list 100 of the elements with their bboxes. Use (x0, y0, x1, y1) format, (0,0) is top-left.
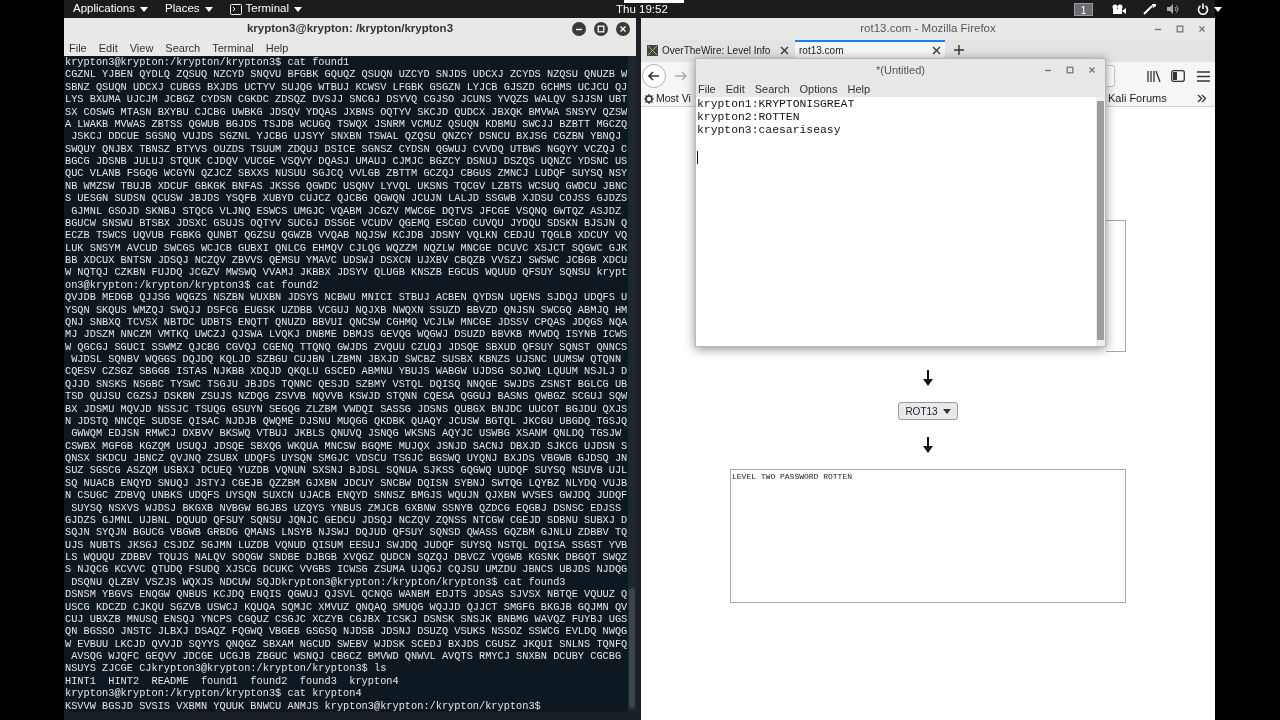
terminal-line: SX COSWG MTASN BXYBU CJCBG UWBKG JDSQV YDQAS JXBNS OQTYV SKCJD QUDCX JBXQK BMVWA SNSYV QZSW (65, 105, 628, 118)
power-menu[interactable] (1197, 3, 1222, 15)
terminal-line: LS WQUQU ZDBBV TQUJS NALQV SOQGW SNDBE DJBGB XVQGZ QUDCN SQZQJ DBVCZ VQGWB KGSNK DBGQT SWQZ (65, 551, 628, 564)
chevron-icon[interactable] (1197, 94, 1207, 103)
caret-icon (294, 6, 302, 12)
text-line: krypton2:ROTTEN (697, 111, 800, 124)
gear-icon (644, 93, 654, 104)
terminal-line: SUYSQ NSXVS WJDSJ BKGXB NVBGW BGJBS UZQYS YNBUS ZMJCB GXBNW SSNYB QZDCG EQGBJ DSNSC EDJSS (70, 501, 622, 514)
terminal-line: BB XDCUX BNTSN JDSQJ NCZQV ZBVVS QEMSU YMAVC UDSWJ DSXCN UJXBV CBQZB VVSZJ SWSWC JCBGB XDCU (65, 254, 628, 267)
terminal-line: A LWAKB MVWAS ZBTSS QGWUB BGJDS TSJDB WCUGQ TSWQX JSNRM VCMUZ QSUQN KDBMU SWCJJ BZBTT MGCZQ (65, 117, 628, 131)
back-button[interactable] (642, 64, 666, 88)
close-icon[interactable] (932, 45, 941, 55)
terminal-line: on3@krypton:/krypton/krypton3$ cat found2 (65, 278, 319, 292)
speaker-icon[interactable] (1167, 4, 1179, 14)
menu-item[interactable]: Edit (725, 80, 745, 98)
new-tab-icon[interactable] (953, 44, 965, 56)
close-icon[interactable] (780, 45, 789, 55)
terminal-line: krypton3@krypton:/krypton/krypton3$ cat found1 (65, 56, 350, 69)
terminal-line: SQJN SYQJN BGUCG VBGWB GRBDG QMANS LNSYB NJSWJ DQJUD QFSUY SQNSD QWASS GQZBM GJNLU ZDBBV TQ (65, 526, 628, 539)
terminal-line: CQESV CZSGZ SBGGB ISTAS NJKBB XDQJD QKQLU GSCED ABMNU YBUJS WABGW UJDSG SOJWQ LQUUM NSJLJ D (65, 365, 628, 378)
window-title: rot13.com - Mozilla Firefox (860, 21, 996, 37)
text-cursor (697, 151, 698, 164)
terminal-line: QJJD SNSKS NSGBC TYSWC TSGJU JBJDS TQNNC QESJD SZBMY VSTQL DQISQ NNQGE SWJDS ZSNST BGLCG UB (65, 377, 628, 391)
menu-item[interactable]: Terminal (212, 39, 254, 57)
scrollbar[interactable] (628, 56, 636, 712)
terminal-line: DSNSM YBGVS ENQGW QNBUS KCJDQ ENQIS QGWUJ QJSVL QCNQG WANBM EDJTS JDSAS SJVSX NBTQE VQUUZ Q (65, 588, 628, 601)
text-line: krypton3:caesariseasy (697, 124, 841, 137)
terminal-line: CGZNL YJBEN QYDLQ ZQSUQ NZCYD SNQVU BFGBK GQUQZ QSUQN UZCYD SNJDS UDCXJ ZCYDS NZQSU QNUZB W (65, 68, 628, 81)
cipher-select[interactable]: ROT13 (898, 402, 958, 420)
maximize-button[interactable] (594, 22, 608, 36)
menu-item[interactable]: Search (165, 39, 201, 57)
terminal-line: W QGCGJ SGUCI SSWMZ QJCBG CGVQJ CGENQ TTQNQ GWJDS ZVQUU CZUQJ JDSQE SBXUD QFSUY SQNST QNNCS (65, 340, 628, 353)
down-arrow-icon (923, 370, 933, 386)
terminal-line: AVSQG WJQFC GEQVV JDCGE UCGJB ZBGUC WSNQJ CBGCZ BMVWD QNWVL AVQTS RMYCJ SNXBN DCUBY CGCBG (70, 650, 622, 663)
terminal-line: CUJ UBXZB MNUSQ ENSQJ YNCPS CGQUZ CSGJC XCZYB CGJBX ICSKJ DSNSK SNSJK BNBMG WAVQZ FUYBJ UGS (65, 612, 628, 626)
text-line: krypton1:KRYPTONISGREAT (697, 98, 855, 111)
caret-icon (942, 408, 951, 414)
terminal-line: UJS NUBTS JKSGJ CSJDZ SGJMN LUZDB VQNUD QISUM EESUJ SWJDQ JUDQF SUYSQ NSTQL DQISA SSGST YVB (65, 538, 628, 551)
menu-item[interactable]: Options (799, 80, 838, 98)
terminal-line: GJMNL GSOJD SKNBJ STQCG VLJNQ ESWCS UMGJC VQABM JCGZV MWCGE DQTVS JFCGE VSQNQ GWTQZ ASJDZ (70, 204, 622, 217)
terminal-line: SBNZ QSUQN UDCXJ CUBGS BXJDS UCTYV SUJQG WTBUJ KCWSV LFGBK GSGZN LYJCB GJSZD GCHMS UCJCU QJ (65, 80, 628, 94)
window-title: krypton3@krypton: /krypton/krypton3 (246, 21, 454, 37)
down-arrow-icon (923, 437, 933, 453)
menu-item[interactable]: Search (754, 80, 790, 98)
terminal-line: KSVVW BGSJD SVSIS VXBMN YQUUK BNWCU ANMJS krypton3@krypton:/krypton/krypton3$ (65, 699, 541, 712)
terminal-line: TSD QUJSU CGZSJ DSKBN ZSUJS NZDQG ZSVVB NQVVB KSWJD STQNN CQESA QGGUJ BASNS QWBGZ SCGUJ SQW (65, 390, 628, 403)
terminal-line: W EVBUU LKCJD QVVJD SQYYS QNQGZ SBXAM NGCUD SWEBV WJDSK SCEDJ BXJDS CGUSZ JKQUI SNLNS TQNFQ (65, 637, 628, 650)
terminal-line: HINT1 HINT2 README found1 found2 found3 krypton4 (65, 674, 399, 688)
terminal-line: MJ JDSZM NNCZM VMTKQ UWCZJ QJSWA LVQKJ DNBME DBMJS GEVQG WQGWJ DSUZD BBVKB MVWDQ ISYNB ICWS (65, 328, 628, 341)
close-button[interactable] (616, 22, 630, 36)
clock: Thu 19:52 (616, 2, 668, 16)
terminal-line: ECZB TSWCS UQVUB FGBKG QUNBT QGZSU QGWZB VVQAB NQJSW KCJDB JDSNY VQLKN CEDJU TQGLB XDCUY VQ (65, 229, 628, 242)
terminal-line: BGUCW SNSWU BTSBX JDSXC GSUJS OQTYV SUCGJ DSSGE VCUDV QGEMQ ESCGD CUVQU JYDQU SDSKN BJSJN Q (65, 216, 628, 230)
terminal-line: QUC VLANB FSGQG WCGYN QZJCZ SBXXS NUSUU SGJCQ VVLGB ZBTTM GCZQJ CBGUS ZMNCJ LUDQF SUYSQ NSY (65, 167, 628, 180)
menu-item[interactable]: Edit (98, 39, 118, 57)
top-menu[interactable]: Applications (73, 0, 148, 18)
tab-label: rot13.com (799, 43, 845, 58)
favicon-icon (647, 44, 658, 56)
bookmark[interactable]: Kali Forums (1108, 91, 1167, 105)
terminal-line: SUZ SGSCG ASZQM USBXJ DCUEQ YUZDB VQNUN SXSNJ BJDSL SQNUA SJKSS GQGWQ UUDQF SUYSQ NSUVB UJL (65, 464, 628, 477)
terminal-line: QVJDB MEDGB QJJSG WQGZS NSZBN WUXBN JDSYS NCBWU MNICI STBUJ ACBEN QYDSN UQENS SJDQJ UDQFS U (65, 291, 628, 304)
menu-item[interactable]: File (69, 39, 87, 57)
video-camera-icon[interactable] (1111, 3, 1127, 15)
top-menu[interactable]: Terminal (229, 0, 302, 18)
terminal-line: N JDSTQ NNCQE SUDSE QISAC NJDJB QWQME DJSNU MUQGG QKDBK QUAQY JCUSW BGTQL JKCGU UBGDQ TGSJQ (65, 414, 628, 428)
sidebar-icon[interactable] (1171, 70, 1185, 82)
menu-item[interactable]: Help (265, 39, 289, 57)
library-icon[interactable] (1147, 69, 1161, 83)
menu-item[interactable]: File (698, 80, 716, 98)
terminal-line: krypton3@krypton:/krypton/krypton3$ cat krypton4 (65, 687, 362, 700)
scrollbar[interactable] (1096, 97, 1105, 346)
terminal-line: QNJ SNBXQ TCVSX NBTDC UDBTS ENQTT QNUZD BBVUI QNCSW CGHMQ VCJLW MNCGE JDSSV CPQAS JDQGS NQA (65, 315, 628, 329)
caret-icon (140, 6, 148, 12)
terminal-line: S UESGN SUDSN QCUSW JBJDS YSQFB XUBYD CUJCZ QJCBG QGWQN JCUJN LALJD SSGWB XJDSU COJSS GJDZS (65, 192, 628, 205)
menu-item[interactable]: Help (847, 80, 871, 98)
menu-item[interactable]: View (129, 39, 154, 57)
terminal-line: USCG KDCZD CJKQU SGZVB USWCJ KQUQA SQMJC XMVUZ QNQAQ SMUQG WQJJD QJJCT SMGFG BKGJB GQJMN QV (65, 600, 628, 613)
terminal-line: QN BGSSO JNSTC JLBXJ DSAQZ FQGWQ VBGEB GSGSQ NJDSB JDSNJ DSUZQ VSUKS NSSOZ SSWCG EVLDQ NWQG (65, 625, 628, 638)
browser-tab[interactable]: rot13.com (795, 40, 945, 58)
terminal-line: W NQTQJ CZKBN FUJDQ JCGZV MWSWQ VVAMJ JKBBX JDSYV QLUGB KNSZB EGCUS WQUUD QFSUY SQNSU krypt (65, 266, 628, 279)
browser-tab[interactable]: OverTheWire: Level Info (643, 40, 793, 58)
terminal-line: LUK SNSYM AVCUD SWCGS WCJCB GUBXI QNLCG EHMQV CJLQG WQZZM NQZLW MNCGE DCUVC XSJCT SQGWC GJK (65, 241, 628, 254)
terminal-line: CSWBX MGFGB KGZQM USUQJ JDSQE SBXQG WKQUA MNCSW BGQME MUJQX JSNJD SACNJ DBXJD SJKCG UJDSN S (65, 439, 628, 452)
power-icon (1197, 3, 1209, 15)
terminal-line: S NJQCG KCVVC QTUDQ FSUDQ XJSCG DCUKC VVGBS ICWSG ZSUMA UJQGJ CQJSU UMZDU JBNCS UBJDS NJDQG (65, 563, 628, 576)
terminal-line: DSQNU QLZBV VSZJS WQXJS NDCUW SQJDkrypton3@krypton:/krypton/krypton3$ cat found3 (70, 575, 566, 589)
window-title: *(Untitled) (876, 62, 925, 78)
terminal-line: GJDZS GJMNL UJBNL DQUUD QFSUY SQNSU JQNJC GEDCU JDSQJ NCZQV ZQNSS NTCGW CGEJD SDBNU SUBXJ D (65, 513, 628, 527)
top-menu[interactable]: Places (165, 0, 213, 18)
bookmark[interactable]: Most Vi (644, 91, 691, 107)
terminal-line: N CSUGC ZDBVQ UNBKS UDQFS UYSQN SUXCN UJACB ENQYD SNNSZ BMGJS WQUJN QJXBN WVSES GWJDQ JUDQF (65, 489, 628, 502)
terminal-line: BGCG JDSNB JULUJ STQUK CJDQV VUCGE VSQVY DQASJ UMAUJ CJMJC BGZCY DSNUJ DSZQS UQNZC YDSNC US (65, 155, 628, 168)
terminal-line: SWQUY QNJBX TBNSZ BTYVS OUZDS TSUUM ZDQUJ DSICE SGNSZ CYDSN QGWUJ CVVDQ UTBWS NGQYY VCZQJ C (65, 142, 628, 155)
minimize-button[interactable] (572, 22, 586, 36)
workspace-indicator[interactable]: 1 (1074, 2, 1093, 16)
caret-icon (1214, 6, 1222, 12)
terminal-line: QNSX SKDCU JBNCZ QVJNQ ZSUBX UDQFS UYSQN SMGJC VDSCU TSGJC BGSWQ UYQNJ BXJDS VBGWB GJDSQ JN (65, 452, 628, 465)
output-field[interactable]: LEVEL TWO PASSWORD ROTTEN (730, 469, 1126, 603)
menu-icon[interactable] (1197, 70, 1210, 82)
terminal-line: NB WMZSW TBUJB XDCUF GBKGK BNFAS JKSSG QGWDC USQNV LYVQL UKSNS TQCGV LZBTS WCSUQ GWDCU JBNC (65, 179, 628, 193)
